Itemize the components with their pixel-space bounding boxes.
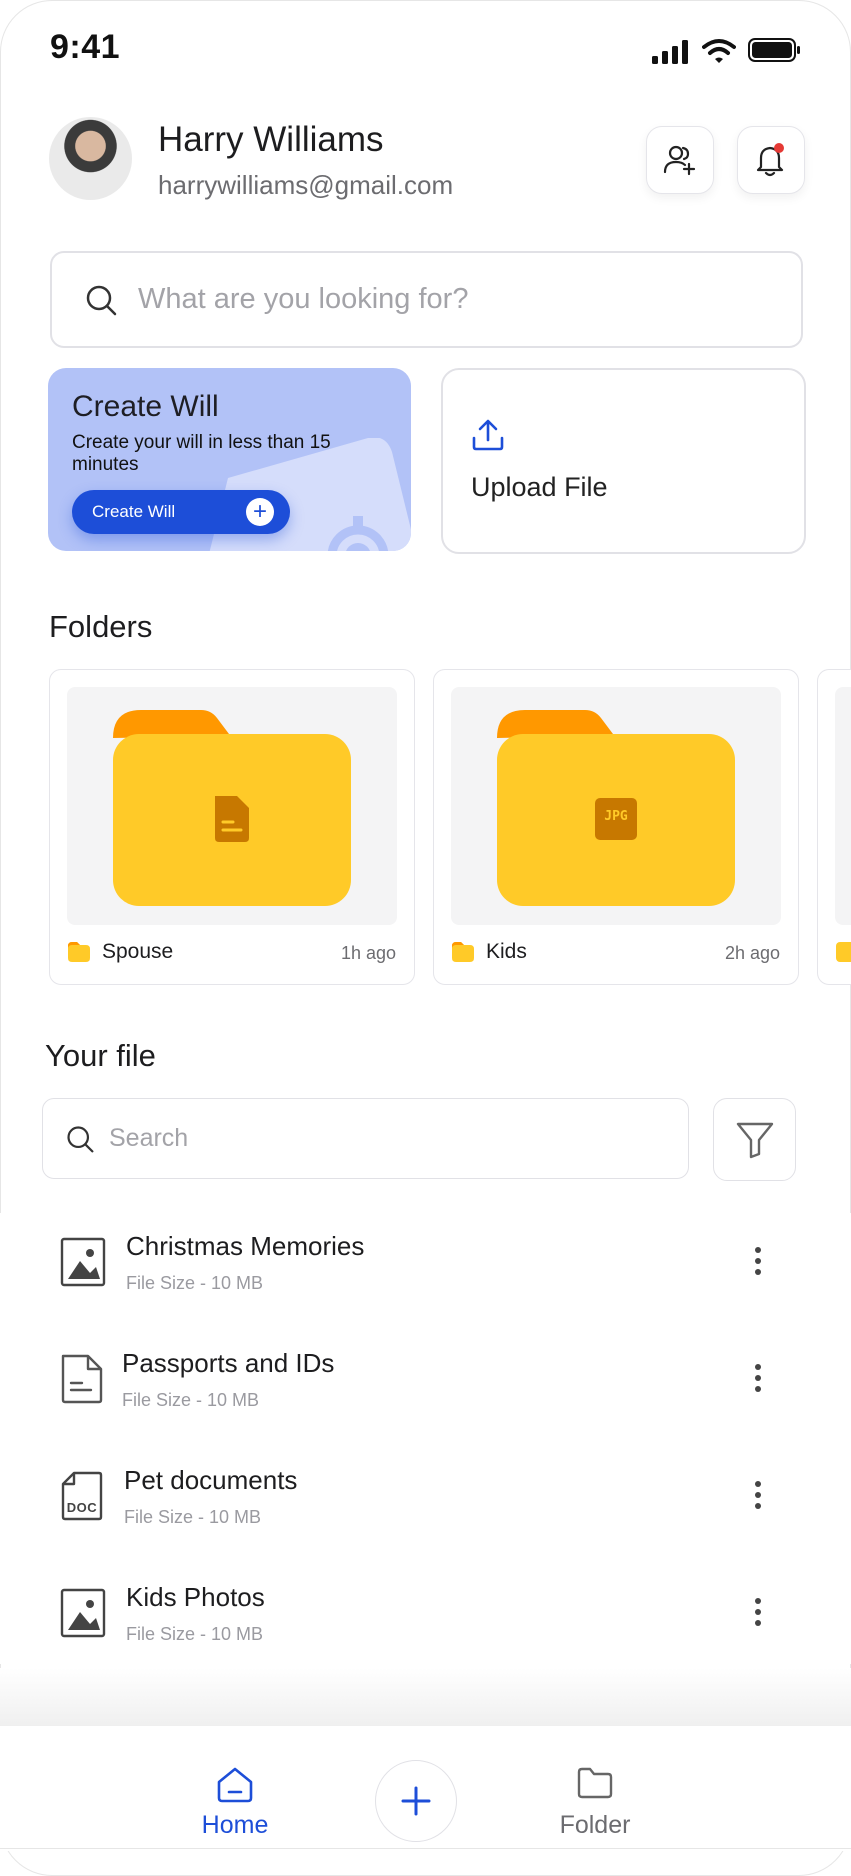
home-icon	[217, 1767, 253, 1803]
upload-icon	[472, 419, 504, 451]
folder-icon	[497, 710, 735, 906]
file-name: Passports and IDs	[122, 1348, 335, 1378]
more-options-icon[interactable]	[755, 1364, 763, 1397]
user-name: Harry Williams	[158, 120, 384, 159]
cellular-signal-icon	[652, 40, 688, 64]
filter-button[interactable]	[713, 1098, 796, 1181]
image-file-icon	[60, 1588, 106, 1638]
document-file-icon	[61, 1354, 103, 1404]
folder-preview: JPG	[451, 687, 781, 925]
file-size: File Size - 10 MB	[126, 1273, 264, 1293]
file-search-placeholder: Search	[109, 1124, 189, 1152]
more-options-icon[interactable]	[755, 1481, 763, 1514]
folder-card-kids[interactable]: JPG Kids 2h ago	[433, 669, 799, 985]
folder-icon	[113, 710, 351, 906]
avatar[interactable]	[49, 117, 132, 200]
user-email: harrywilliams@gmail.com	[158, 170, 454, 200]
folder-name: Kids	[486, 940, 527, 963]
user-plus-icon	[663, 145, 696, 176]
folder-icon	[577, 1767, 613, 1799]
file-size: File Size - 10 MB	[122, 1390, 260, 1410]
folder-preview	[835, 687, 851, 925]
create-will-card[interactable]: Create Will Create your will in less tha…	[48, 368, 411, 551]
upload-file-card[interactable]: Upload File	[441, 368, 806, 554]
bell-icon	[756, 143, 784, 177]
content-fade	[0, 1668, 851, 1728]
search-placeholder: What are you looking for?	[138, 283, 469, 315]
folder-preview	[67, 687, 397, 925]
file-row[interactable]: Christmas Memories File Size - 10 MB	[0, 1213, 851, 1331]
folder-badge-text: JPG	[604, 809, 628, 824]
folder-small-icon	[68, 942, 90, 962]
file-size: File Size - 10 MB	[126, 1624, 264, 1644]
folder-time: 1h ago	[340, 943, 396, 963]
folder-time: 2h ago	[724, 943, 780, 963]
file-name: Christmas Memories	[126, 1231, 365, 1261]
your-file-title: Your file	[45, 1038, 156, 1073]
wifi-icon	[702, 39, 736, 63]
image-file-icon	[60, 1237, 106, 1287]
plus-icon: +	[246, 498, 274, 526]
search-input[interactable]: What are you looking for?	[50, 251, 803, 348]
upload-file-label: Upload File	[471, 472, 608, 502]
create-will-button-label: Create Will	[92, 502, 176, 521]
create-will-button[interactable]: Create Will +	[72, 490, 290, 534]
folder-small-icon	[452, 942, 474, 962]
add-user-button[interactable]	[646, 126, 714, 194]
tab-folder-label: Folder	[559, 1811, 631, 1839]
home-indicator-divider	[0, 1848, 851, 1849]
file-name: Pet documents	[124, 1465, 298, 1495]
notification-dot	[774, 143, 784, 153]
more-options-icon[interactable]	[755, 1247, 763, 1280]
more-options-icon[interactable]	[755, 1598, 763, 1631]
tab-home[interactable]: Home	[180, 1766, 290, 1846]
file-row[interactable]: Passports and IDs File Size - 10 MB	[0, 1330, 851, 1448]
notifications-button[interactable]	[737, 126, 805, 194]
file-search-input[interactable]: Search	[42, 1098, 689, 1179]
plus-icon	[401, 1786, 431, 1816]
doc-icon-label: DOC	[66, 1500, 98, 1515]
folder-card-spouse[interactable]: Spouse 1h ago	[49, 669, 415, 985]
tab-home-label: Home	[201, 1811, 269, 1839]
search-icon	[67, 1125, 94, 1152]
file-size: File Size - 10 MB	[124, 1507, 262, 1527]
battery-icon	[748, 38, 800, 62]
status-time: 9:41	[50, 28, 121, 66]
folders-title: Folders	[49, 609, 153, 644]
file-name: Kids Photos	[126, 1582, 265, 1612]
folder-small-icon	[836, 942, 851, 962]
file-row[interactable]: DOC Pet documents File Size - 10 MB	[0, 1447, 851, 1565]
tab-folder[interactable]: Folder	[540, 1766, 650, 1846]
search-icon	[86, 285, 117, 315]
folder-card-partial[interactable]	[817, 669, 851, 985]
create-will-subtitle: Create your will in less than 15 minutes	[72, 432, 331, 475]
add-button[interactable]	[375, 1760, 457, 1842]
document-badge-icon	[215, 796, 249, 842]
folder-name: Spouse	[102, 940, 174, 963]
filter-icon	[736, 1122, 773, 1158]
file-row[interactable]: Kids Photos File Size - 10 MB	[0, 1564, 851, 1664]
create-will-title: Create Will	[72, 390, 219, 423]
